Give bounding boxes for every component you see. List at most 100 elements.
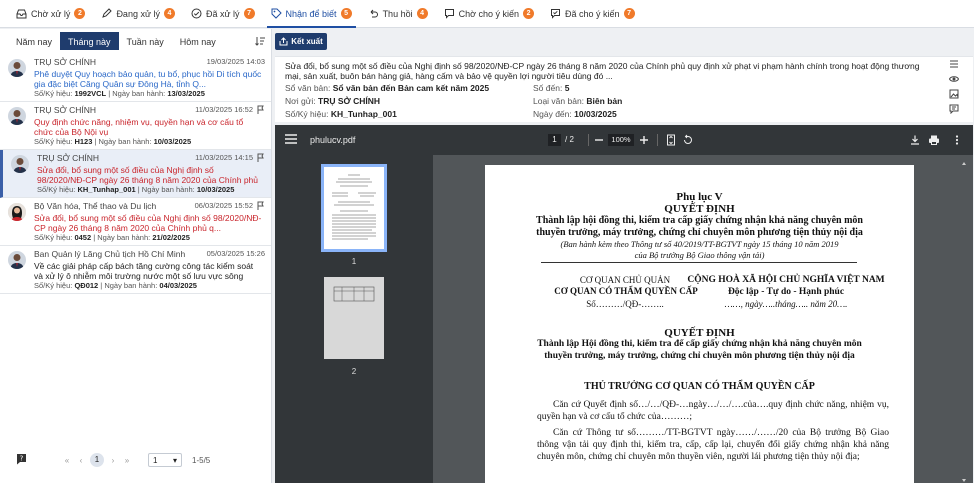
tab-count-badge: 7 bbox=[243, 8, 255, 19]
ref-label: Số/Ký hiệu: bbox=[34, 137, 73, 146]
received-date: 19/03/2025 14:03 bbox=[207, 57, 265, 66]
chevron-down-icon: ▾ bbox=[172, 455, 177, 465]
tab-thu-hoi[interactable]: Thu hồi 4 bbox=[360, 0, 436, 28]
doc-issued-with: của Bộ trưởng Bộ Giao thông vận tải) bbox=[634, 250, 765, 260]
detail-ref: Số/Ký hiệu: KH_Tunhap_001 bbox=[285, 109, 397, 119]
ref-label: Số/Ký hiệu: bbox=[34, 233, 73, 242]
tab-label: Thu hồi bbox=[382, 8, 413, 19]
page-thumbnail-1[interactable] bbox=[321, 164, 387, 252]
undo-icon bbox=[368, 8, 379, 19]
list-item-selected[interactable]: TRỤ SỞ CHÍNH 11/03/2025 14:15 Sửa đổi, b… bbox=[0, 150, 271, 198]
print-icon[interactable] bbox=[928, 134, 940, 146]
inbox-icon bbox=[16, 8, 27, 19]
comment-icon bbox=[444, 8, 455, 19]
export-button[interactable]: Kết xuất bbox=[275, 33, 327, 50]
tab-dang-xu-ly[interactable]: Đang xử lý 4 bbox=[93, 0, 183, 28]
last-page-button[interactable]: » bbox=[120, 456, 134, 465]
doc-appendix: Phụ lục V bbox=[676, 191, 723, 203]
tab-label: Đã xử lý bbox=[205, 8, 240, 19]
ref-value: H123 bbox=[74, 137, 93, 146]
date-text: 19/03/2025 14:03 bbox=[206, 57, 265, 66]
download-icon[interactable] bbox=[909, 134, 921, 146]
tab-count-badge: 2 bbox=[523, 8, 535, 19]
document-summary: Sửa đổi, bổ sung một số điều của Nghị đị… bbox=[285, 61, 920, 81]
zoom-level[interactable]: 100% bbox=[608, 134, 634, 146]
image-icon[interactable] bbox=[949, 89, 959, 99]
pdf-viewer: phulucv.pdf 1 / 2 100% 1 2 Phụ lục V QUY… bbox=[275, 125, 973, 483]
tab-cho-xu-ly[interactable]: Chờ xử lý 2 bbox=[8, 0, 93, 28]
doc-issued-with: (Ban hành kèm theo Thông tư số 40/2019/T… bbox=[560, 239, 839, 249]
pdf-scrollbar[interactable] bbox=[961, 161, 967, 483]
ref-label: Số/Ký hiệu: bbox=[37, 185, 76, 194]
detail-number: Số đến: 5 bbox=[533, 83, 569, 93]
doc-heading: QUYẾT ĐỊNH bbox=[664, 203, 735, 215]
flag-icon[interactable] bbox=[257, 153, 265, 162]
zoom-out-icon[interactable] bbox=[593, 134, 605, 146]
field-value: Sổ văn bản đến Bản cam kết năm 2025 bbox=[332, 83, 490, 93]
page-size-value: 1 bbox=[153, 455, 158, 465]
issued-value: 13/03/2025 bbox=[167, 89, 205, 98]
thumbnail-preview bbox=[332, 174, 376, 240]
decision-subject-line: thuyền trưởng, máy trưởng, chứng chỉ chu… bbox=[544, 351, 855, 361]
field-value: 10/03/2025 bbox=[574, 109, 617, 119]
message-icon[interactable] bbox=[949, 104, 959, 115]
zoom-in-icon[interactable] bbox=[638, 134, 650, 146]
document-title: Phê duyệt Quy hoạch bảo quản, tu bổ, phụ… bbox=[34, 69, 262, 89]
avatar bbox=[11, 155, 29, 173]
authority-heading: THỦ TRƯỞNG CƠ QUAN CÓ THẨM QUYỀN CẤP bbox=[584, 381, 815, 392]
flag-icon[interactable] bbox=[257, 201, 265, 210]
document-meta: Số/Ký hiệu: 1992VCL | Ngày ban hành: 13/… bbox=[34, 89, 205, 98]
document-title: Về các giải pháp cấp bách tăng cường côn… bbox=[34, 261, 254, 281]
current-page[interactable]: 1 bbox=[90, 453, 104, 467]
more-options-icon[interactable] bbox=[951, 134, 963, 146]
first-page-button[interactable]: « bbox=[60, 456, 74, 465]
thumbnail-number: 1 bbox=[351, 257, 357, 266]
ref-value: 1992VCL bbox=[74, 89, 107, 98]
pen-icon bbox=[101, 8, 113, 19]
status-tabs: Chờ xử lý 2 Đang xử lý 4 Đã xử lý 7 Nhận… bbox=[0, 0, 974, 28]
filter-year[interactable]: Năm nay bbox=[8, 32, 60, 50]
eye-icon[interactable] bbox=[948, 74, 960, 84]
document-title: Quy định chức năng, nhiệm vụ, quyền hạn … bbox=[34, 117, 244, 137]
sort-icon[interactable] bbox=[254, 35, 266, 47]
next-page-button[interactable]: › bbox=[106, 456, 120, 465]
filter-month[interactable]: Tháng này bbox=[60, 32, 119, 50]
received-date: 11/03/2025 14:15 bbox=[195, 153, 265, 162]
fit-page-icon[interactable] bbox=[665, 134, 677, 146]
list-item[interactable]: TRỤ SỞ CHÍNH 11/03/2025 16:52 Quy định c… bbox=[0, 102, 271, 150]
issued-value: 10/03/2025 bbox=[153, 137, 192, 146]
page-number-input[interactable]: 1 bbox=[548, 134, 561, 146]
ref-value: KH_Tunhap_001 bbox=[77, 185, 136, 194]
tab-cho-cho-y-kien[interactable]: Chờ cho ý kiến 2 bbox=[436, 0, 542, 28]
list-item[interactable]: Bộ Văn hóa, Thể thao và Du lịch 06/03/20… bbox=[0, 198, 271, 246]
tab-da-xu-ly[interactable]: Đã xử lý 7 bbox=[183, 0, 263, 28]
list-icon[interactable] bbox=[949, 59, 959, 69]
doc-subject-line: Thành lập hội đồng thi, kiểm tra cấp giấ… bbox=[536, 215, 863, 226]
document-meta: Số/Ký hiệu: 0452 | Ngày ban hành: 21/02/… bbox=[34, 233, 190, 242]
tab-label: Nhận để biết bbox=[285, 8, 337, 19]
rotate-icon[interactable] bbox=[682, 134, 694, 146]
received-date: 05/03/2025 15:26 bbox=[207, 249, 265, 258]
filter-today[interactable]: Hôm nay bbox=[172, 32, 224, 50]
prev-page-button[interactable]: ‹ bbox=[74, 456, 88, 465]
page-thumbnail-2[interactable] bbox=[324, 277, 384, 359]
tab-count-badge: 4 bbox=[163, 8, 175, 19]
pagination: « ‹ 1 › » 1 ▾ 1-5/5 bbox=[60, 453, 210, 467]
tab-da-cho-y-kien[interactable]: Đã cho ý kiến 7 bbox=[542, 0, 643, 28]
received-date: 11/03/2025 16:52 bbox=[195, 105, 265, 114]
ref-value: QĐ012 bbox=[74, 281, 99, 290]
issued-value: 04/03/2025 bbox=[159, 281, 197, 290]
document-meta: Số/Ký hiệu: KH_Tunhap_001 | Ngày ban hàn… bbox=[37, 185, 235, 194]
tab-label: Chờ xử lý bbox=[31, 8, 71, 19]
help-icon[interactable]: ? bbox=[16, 453, 27, 465]
document-list-panel: Năm nay Tháng này Tuần này Hôm nay TRỤ S… bbox=[0, 29, 272, 483]
tab-nhan-de-biet[interactable]: Nhận để biết 5 bbox=[263, 0, 360, 28]
list-item[interactable]: TRỤ SỞ CHÍNH 19/03/2025 14:03 Phê duyệt … bbox=[0, 54, 271, 102]
filter-week[interactable]: Tuần này bbox=[119, 32, 172, 50]
flag-icon[interactable] bbox=[257, 105, 265, 114]
list-item[interactable]: Ban Quản lý Lăng Chủ tịch Hồ Chí Minh 05… bbox=[0, 246, 271, 294]
issued-label: Ngày ban hành: bbox=[141, 185, 195, 194]
page-size-select[interactable]: 1 ▾ bbox=[148, 453, 182, 467]
detail-actions bbox=[948, 59, 961, 119]
menu-icon[interactable] bbox=[285, 134, 297, 144]
